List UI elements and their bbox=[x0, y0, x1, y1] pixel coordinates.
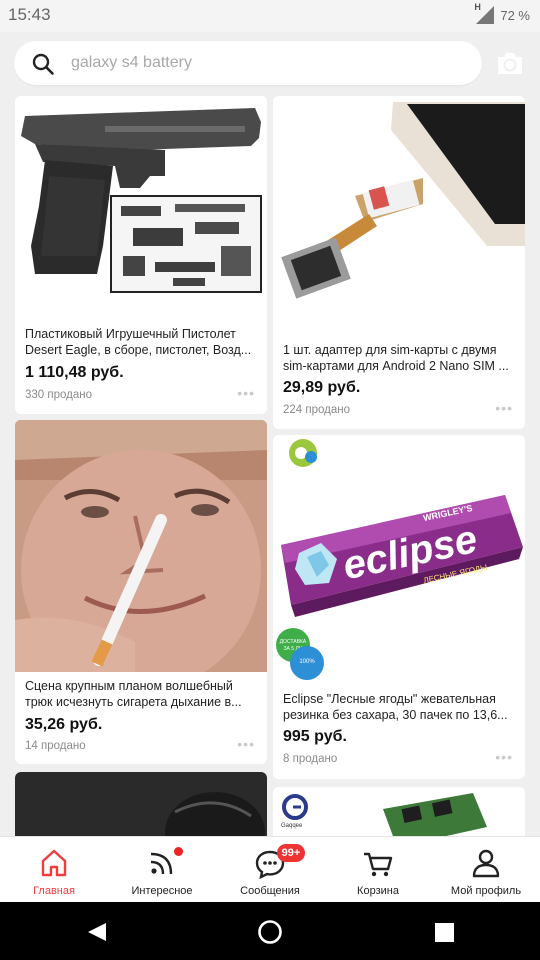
delivery-badge-text: ДОСТАВКА bbox=[280, 639, 307, 645]
home-button-icon[interactable] bbox=[257, 919, 283, 945]
status-time: 15:43 bbox=[8, 5, 51, 24]
magic-cigarette-image[interactable] bbox=[15, 420, 267, 672]
search-input[interactable]: galaxy s4 battery bbox=[71, 54, 192, 72]
product-price: 29,89 руб. bbox=[283, 379, 361, 396]
search-bar[interactable]: galaxy s4 battery bbox=[14, 41, 482, 85]
product-card[interactable] bbox=[15, 772, 267, 836]
status-bar: 15:43 H 72 % bbox=[0, 0, 540, 32]
camera-icon[interactable] bbox=[496, 50, 524, 76]
network-type-label: H bbox=[474, 2, 481, 12]
nav-profile-label: Мой профиль bbox=[450, 885, 522, 897]
product-card[interactable]: Сцена крупным планом волшебный трюк исче… bbox=[15, 420, 267, 764]
cart-icon bbox=[364, 852, 393, 877]
product-sold-count: 14 продано bbox=[25, 740, 86, 752]
nav-feed[interactable]: Интересное bbox=[108, 837, 216, 903]
product-card[interactable]: eclipse WRIGLEY'S ЛЕСНЫЕ ЯГОДЫ ДОСТАВКА … bbox=[273, 435, 525, 779]
nav-home-label: Главная bbox=[33, 885, 75, 897]
feed-notification-dot bbox=[174, 847, 183, 856]
nav-cart[interactable]: Корзина bbox=[324, 837, 432, 903]
product-sold-count: 330 продано bbox=[25, 389, 93, 401]
eclipse-gum-image[interactable]: eclipse WRIGLEY'S ЛЕСНЫЕ ЯГОДЫ ДОСТАВКА … bbox=[273, 435, 525, 691]
signal-icon: H bbox=[474, 2, 495, 24]
product-title[interactable]: Сцена крупным планом волшебный трюк исче… bbox=[25, 678, 261, 710]
nav-home[interactable]: Главная bbox=[0, 837, 108, 903]
recents-icon[interactable] bbox=[435, 923, 454, 942]
status-indicators: H 72 % bbox=[474, 2, 530, 24]
nav-messages-label: Сообщения bbox=[240, 885, 300, 897]
product-price: 35,26 руб. bbox=[25, 716, 103, 733]
product-sold-count: 224 продано bbox=[283, 404, 351, 416]
earbud-image[interactable] bbox=[15, 772, 267, 836]
toy-pistol-image[interactable] bbox=[15, 96, 267, 318]
sim-adapter-image[interactable] bbox=[273, 96, 525, 334]
back-icon[interactable] bbox=[86, 921, 108, 943]
memory-module-image[interactable]: Gaqqee bbox=[273, 787, 525, 836]
search-icon bbox=[32, 53, 54, 75]
home-icon bbox=[41, 849, 67, 877]
product-title[interactable]: Пластиковый Игрушечный Пистолет Desert E… bbox=[25, 326, 261, 358]
more-options-icon[interactable]: ••• bbox=[495, 400, 513, 416]
product-price: 1 110,48 руб. bbox=[25, 364, 124, 381]
product-title[interactable]: 1 шт. адаптер для sim-карты с двумя sim-… bbox=[283, 342, 519, 374]
product-sold-count: 8 продано bbox=[283, 753, 338, 765]
product-title[interactable]: Eclipse "Лесные ягоды" жевательная резин… bbox=[283, 691, 519, 723]
product-card[interactable]: Gaqqee bbox=[273, 787, 525, 836]
product-card[interactable]: 1 шт. адаптер для sim-карты с двумя sim-… bbox=[273, 96, 525, 429]
original-badge-text: 100% bbox=[299, 659, 315, 665]
system-navigation-bar bbox=[0, 902, 540, 960]
nav-cart-label: Корзина bbox=[357, 885, 399, 897]
brand-logo-text: Gaqqee bbox=[281, 823, 303, 829]
bottom-navigation: Главная Интересное 99+ Сообщения Корзина bbox=[0, 836, 540, 902]
nav-profile[interactable]: Мой профиль bbox=[432, 837, 540, 903]
battery-level: 72 % bbox=[500, 7, 530, 23]
product-card[interactable]: Пластиковый Игрушечный Пистолет Desert E… bbox=[15, 96, 267, 414]
messages-count-badge: 99+ bbox=[277, 844, 305, 862]
nav-feed-label: Интересное bbox=[131, 885, 193, 897]
product-grid: Пластиковый Игрушечный Пистолет Desert E… bbox=[0, 96, 540, 836]
more-options-icon[interactable]: ••• bbox=[495, 749, 513, 765]
nav-messages[interactable]: 99+ Сообщения bbox=[216, 837, 324, 903]
more-options-icon[interactable]: ••• bbox=[237, 385, 255, 401]
product-price: 995 руб. bbox=[283, 728, 347, 745]
profile-icon bbox=[472, 849, 500, 878]
more-options-icon[interactable]: ••• bbox=[237, 736, 255, 752]
